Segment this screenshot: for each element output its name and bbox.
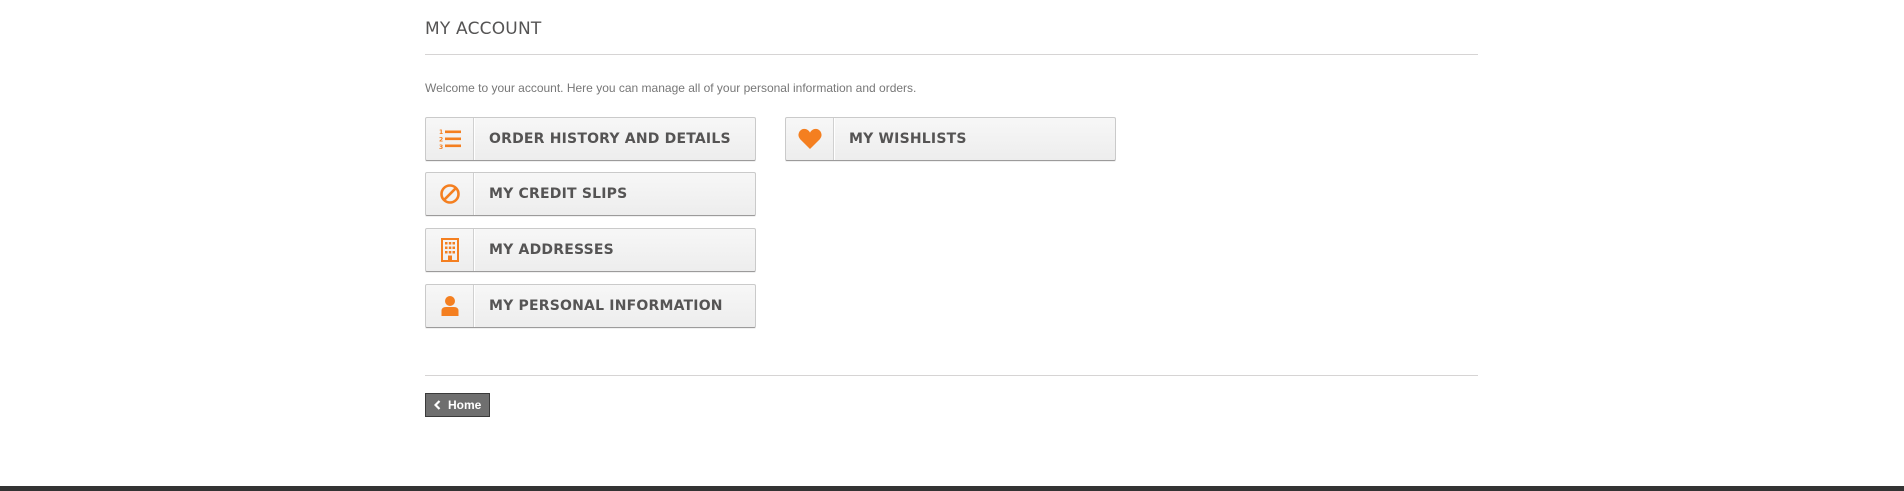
svg-text:2: 2 xyxy=(439,137,443,144)
personal-info-button[interactable]: MY PERSONAL INFORMATION xyxy=(425,284,756,328)
ban-icon xyxy=(426,173,474,215)
intro-text: Welcome to your account. Here you can ma… xyxy=(425,81,917,95)
user-icon xyxy=(426,285,474,327)
addresses-button[interactable]: MY ADDRESSES xyxy=(425,228,756,272)
addresses-label: MY ADDRESSES xyxy=(489,242,614,258)
order-history-label: ORDER HISTORY AND DETAILS xyxy=(489,131,731,147)
wishlists-label: MY WISHLISTS xyxy=(849,131,967,147)
heart-icon xyxy=(786,118,834,160)
footer-bar xyxy=(0,486,1904,491)
home-label: Home xyxy=(448,398,482,412)
personal-info-label: MY PERSONAL INFORMATION xyxy=(489,298,723,314)
footer-divider xyxy=(425,375,1478,376)
page-title: MY ACCOUNT xyxy=(425,19,542,39)
svg-text:3: 3 xyxy=(439,144,443,150)
svg-text:1: 1 xyxy=(439,129,443,136)
chevron-left-icon xyxy=(434,400,441,410)
home-button[interactable]: Home xyxy=(425,393,491,417)
wishlists-button[interactable]: MY WISHLISTS xyxy=(785,117,1116,161)
list-ol-icon: 1 2 3 xyxy=(426,118,474,160)
order-history-button[interactable]: 1 2 3 ORDER HISTORY AND DETAILS xyxy=(425,117,756,161)
credit-slips-button[interactable]: MY CREDIT SLIPS xyxy=(425,172,756,216)
credit-slips-label: MY CREDIT SLIPS xyxy=(489,186,628,202)
building-icon xyxy=(426,229,474,271)
title-divider xyxy=(425,54,1478,55)
